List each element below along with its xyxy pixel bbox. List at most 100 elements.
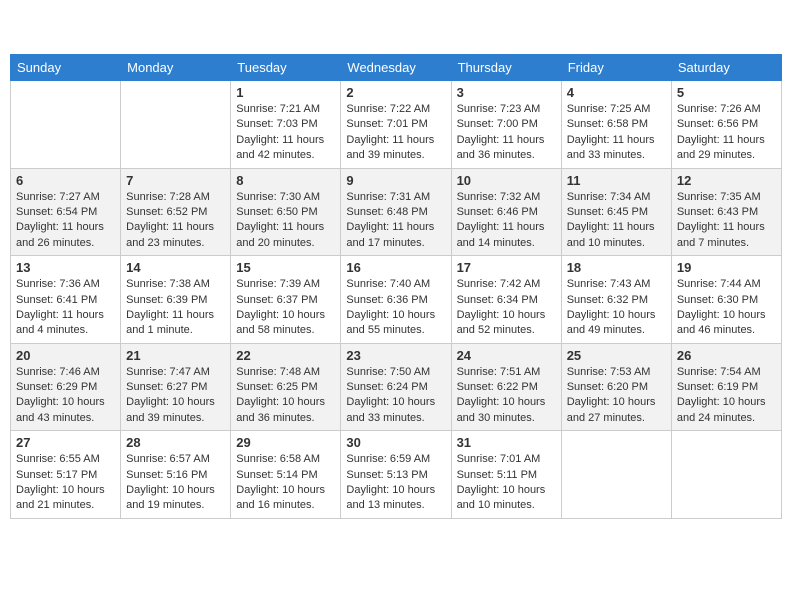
day-content: Sunrise: 7:53 AM bbox=[567, 365, 666, 380]
day-content: Sunset: 6:32 PM bbox=[567, 293, 666, 308]
day-content: Daylight: 11 hours and 39 minutes. bbox=[346, 133, 445, 164]
logo bbox=[14, 10, 50, 46]
day-content: Daylight: 10 hours and 33 minutes. bbox=[346, 395, 445, 426]
day-content: Daylight: 11 hours and 4 minutes. bbox=[16, 308, 115, 339]
day-content: Daylight: 11 hours and 26 minutes. bbox=[16, 220, 115, 251]
logo-icon bbox=[14, 10, 50, 46]
day-content: Sunset: 5:14 PM bbox=[236, 468, 335, 483]
day-content: Sunset: 5:11 PM bbox=[457, 468, 556, 483]
day-content: Sunrise: 7:39 AM bbox=[236, 277, 335, 292]
calendar-cell: 15Sunrise: 7:39 AMSunset: 6:37 PMDayligh… bbox=[231, 256, 341, 344]
day-content: Daylight: 10 hours and 19 minutes. bbox=[126, 483, 225, 514]
day-header-wednesday: Wednesday bbox=[341, 55, 451, 81]
day-content: Daylight: 11 hours and 36 minutes. bbox=[457, 133, 556, 164]
calendar-cell: 21Sunrise: 7:47 AMSunset: 6:27 PMDayligh… bbox=[121, 343, 231, 431]
day-number: 24 bbox=[457, 348, 556, 363]
day-number: 12 bbox=[677, 173, 776, 188]
calendar-cell bbox=[11, 81, 121, 169]
day-number: 31 bbox=[457, 435, 556, 450]
calendar-header-row: SundayMondayTuesdayWednesdayThursdayFrid… bbox=[11, 55, 782, 81]
day-content: Daylight: 11 hours and 14 minutes. bbox=[457, 220, 556, 251]
calendar-cell: 16Sunrise: 7:40 AMSunset: 6:36 PMDayligh… bbox=[341, 256, 451, 344]
calendar-cell bbox=[561, 431, 671, 519]
day-content: Sunrise: 7:43 AM bbox=[567, 277, 666, 292]
calendar-cell: 12Sunrise: 7:35 AMSunset: 6:43 PMDayligh… bbox=[671, 168, 781, 256]
day-content: Daylight: 11 hours and 1 minute. bbox=[126, 308, 225, 339]
day-content: Daylight: 11 hours and 20 minutes. bbox=[236, 220, 335, 251]
day-number: 22 bbox=[236, 348, 335, 363]
day-content: Sunset: 5:17 PM bbox=[16, 468, 115, 483]
day-content: Sunset: 6:45 PM bbox=[567, 205, 666, 220]
day-content: Sunrise: 7:25 AM bbox=[567, 102, 666, 117]
day-number: 16 bbox=[346, 260, 445, 275]
day-content: Daylight: 10 hours and 10 minutes. bbox=[457, 483, 556, 514]
calendar-cell: 7Sunrise: 7:28 AMSunset: 6:52 PMDaylight… bbox=[121, 168, 231, 256]
day-content: Daylight: 10 hours and 52 minutes. bbox=[457, 308, 556, 339]
day-number: 17 bbox=[457, 260, 556, 275]
day-content: Sunset: 6:29 PM bbox=[16, 380, 115, 395]
day-content: Sunset: 6:22 PM bbox=[457, 380, 556, 395]
day-number: 6 bbox=[16, 173, 115, 188]
day-content: Sunrise: 7:35 AM bbox=[677, 190, 776, 205]
calendar-cell: 26Sunrise: 7:54 AMSunset: 6:19 PMDayligh… bbox=[671, 343, 781, 431]
day-content: Sunrise: 7:31 AM bbox=[346, 190, 445, 205]
calendar-week-row: 13Sunrise: 7:36 AMSunset: 6:41 PMDayligh… bbox=[11, 256, 782, 344]
day-content: Sunset: 6:19 PM bbox=[677, 380, 776, 395]
day-content: Sunrise: 6:58 AM bbox=[236, 452, 335, 467]
calendar-cell: 24Sunrise: 7:51 AMSunset: 6:22 PMDayligh… bbox=[451, 343, 561, 431]
day-number: 19 bbox=[677, 260, 776, 275]
day-content: Sunset: 6:34 PM bbox=[457, 293, 556, 308]
day-content: Daylight: 10 hours and 55 minutes. bbox=[346, 308, 445, 339]
calendar-cell: 11Sunrise: 7:34 AMSunset: 6:45 PMDayligh… bbox=[561, 168, 671, 256]
calendar-table: SundayMondayTuesdayWednesdayThursdayFrid… bbox=[10, 54, 782, 519]
day-content: Sunrise: 7:48 AM bbox=[236, 365, 335, 380]
day-content: Sunrise: 7:44 AM bbox=[677, 277, 776, 292]
day-content: Daylight: 10 hours and 39 minutes. bbox=[126, 395, 225, 426]
day-content: Sunrise: 7:32 AM bbox=[457, 190, 556, 205]
day-content: Sunset: 5:13 PM bbox=[346, 468, 445, 483]
day-content: Sunrise: 7:50 AM bbox=[346, 365, 445, 380]
day-content: Sunrise: 7:38 AM bbox=[126, 277, 225, 292]
day-number: 29 bbox=[236, 435, 335, 450]
day-number: 13 bbox=[16, 260, 115, 275]
calendar-cell: 30Sunrise: 6:59 AMSunset: 5:13 PMDayligh… bbox=[341, 431, 451, 519]
calendar-cell: 6 Sunrise: 7:27 AMSunset: 6:54 PMDaylight… bbox=[11, 168, 121, 256]
day-number: 9 bbox=[346, 173, 445, 188]
day-content: Daylight: 11 hours and 33 minutes. bbox=[567, 133, 666, 164]
day-content: Sunrise: 7:27 AM bbox=[16, 190, 115, 205]
day-content: Sunset: 6:48 PM bbox=[346, 205, 445, 220]
calendar-week-row: 27Sunrise: 6:55 AMSunset: 5:17 PMDayligh… bbox=[11, 431, 782, 519]
day-number: 23 bbox=[346, 348, 445, 363]
day-number: 30 bbox=[346, 435, 445, 450]
day-number: 14 bbox=[126, 260, 225, 275]
day-number: 18 bbox=[567, 260, 666, 275]
calendar-cell: 20Sunrise: 7:46 AMSunset: 6:29 PMDayligh… bbox=[11, 343, 121, 431]
day-content: Daylight: 10 hours and 13 minutes. bbox=[346, 483, 445, 514]
day-number: 25 bbox=[567, 348, 666, 363]
day-content: Daylight: 11 hours and 29 minutes. bbox=[677, 133, 776, 164]
day-content: Daylight: 10 hours and 36 minutes. bbox=[236, 395, 335, 426]
day-content: Sunset: 6:37 PM bbox=[236, 293, 335, 308]
day-number: 15 bbox=[236, 260, 335, 275]
day-content: Daylight: 10 hours and 30 minutes. bbox=[457, 395, 556, 426]
day-number: 5 bbox=[677, 85, 776, 100]
day-content: Sunset: 7:00 PM bbox=[457, 117, 556, 132]
calendar-cell: 22Sunrise: 7:48 AMSunset: 6:25 PMDayligh… bbox=[231, 343, 341, 431]
day-number: 21 bbox=[126, 348, 225, 363]
calendar-cell: 5Sunrise: 7:26 AMSunset: 6:56 PMDaylight… bbox=[671, 81, 781, 169]
day-content: Sunset: 6:56 PM bbox=[677, 117, 776, 132]
calendar-cell: 29 Sunrise: 6:58 AMSunset: 5:14 PMDayligh… bbox=[231, 431, 341, 519]
day-number: 10 bbox=[457, 173, 556, 188]
day-content: Sunrise: 7:23 AM bbox=[457, 102, 556, 117]
day-number: 20 bbox=[16, 348, 115, 363]
day-content: Sunset: 6:36 PM bbox=[346, 293, 445, 308]
calendar-week-row: 20Sunrise: 7:46 AMSunset: 6:29 PMDayligh… bbox=[11, 343, 782, 431]
day-header-thursday: Thursday bbox=[451, 55, 561, 81]
day-content: Sunset: 6:54 PM bbox=[16, 205, 115, 220]
calendar-cell: 10Sunrise: 7:32 AMSunset: 6:46 PMDayligh… bbox=[451, 168, 561, 256]
day-header-monday: Monday bbox=[121, 55, 231, 81]
day-content: Daylight: 10 hours and 16 minutes. bbox=[236, 483, 335, 514]
day-content: Sunset: 6:39 PM bbox=[126, 293, 225, 308]
calendar-cell: 13Sunrise: 7:36 AMSunset: 6:41 PMDayligh… bbox=[11, 256, 121, 344]
calendar-cell: 8Sunrise: 7:30 AMSunset: 6:50 PMDaylight… bbox=[231, 168, 341, 256]
